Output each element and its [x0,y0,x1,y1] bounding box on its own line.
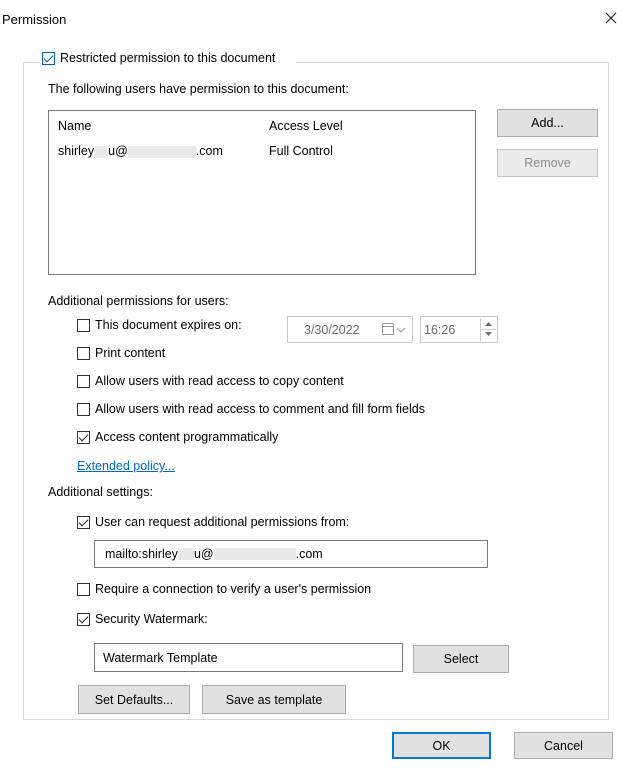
copy-label: Allow users with read access to copy con… [95,374,344,388]
user-name-middle: u@ [108,144,128,158]
request-checkbox[interactable] [77,515,90,529]
dialog-title: Permission [2,12,67,27]
user-access-cell: Full Control [269,144,333,158]
comment-option[interactable]: Allow users with read access to comment … [77,402,425,416]
column-header-access-level[interactable]: Access Level [269,119,343,133]
watermark-option[interactable]: Security Watermark: [77,612,208,626]
expires-option[interactable]: This document expires on: [77,318,242,332]
request-email-middle: u@ [193,547,214,561]
request-option[interactable]: User can request additional permissions … [77,515,349,529]
set-defaults-button[interactable]: Set Defaults... [78,685,190,714]
redaction [177,548,194,560]
watermark-checkbox[interactable] [77,612,90,626]
request-email-prefix: mailto:shirley [105,547,178,561]
user-name-cell[interactable]: shirley u@ .com [58,144,223,158]
print-checkbox[interactable] [77,346,90,360]
additional-settings-heading: Additional settings: [48,485,153,499]
user-name-prefix: shirley [58,144,95,158]
user-name-suffix: .com [195,144,223,158]
programmatic-checkbox[interactable] [77,430,90,444]
calendar-icon[interactable] [382,323,406,339]
print-option[interactable]: Print content [77,346,165,360]
add-button[interactable]: Add... [497,109,598,137]
restricted-permission-checkbox[interactable] [42,51,55,65]
select-watermark-button[interactable]: Select [413,645,509,673]
request-email-suffix: .com [295,547,323,561]
watermark-template-field[interactable]: Watermark Template [94,643,403,672]
comment-label: Allow users with read access to comment … [95,402,425,416]
restricted-permission-toggle[interactable]: Restricted permission to this document [40,48,298,68]
programmatic-option[interactable]: Access content programmatically [77,430,278,444]
ok-button[interactable]: OK [392,732,491,759]
copy-checkbox[interactable] [77,374,90,388]
print-label: Print content [95,346,166,360]
expires-checkbox[interactable] [77,318,90,332]
request-label: User can request additional permissions … [95,515,350,529]
copy-option[interactable]: Allow users with read access to copy con… [77,374,344,388]
programmatic-label: Access content programmatically [95,430,279,444]
comment-checkbox[interactable] [77,402,90,416]
additional-permissions-heading: Additional permissions for users: [48,294,229,308]
remove-button[interactable]: Remove [497,149,598,177]
watermark-label: Security Watermark: [95,612,208,626]
column-header-name[interactable]: Name [58,119,91,133]
users-heading: The following users have permission to t… [48,82,349,96]
restricted-permission-label: Restricted permission to this document [60,51,276,65]
close-icon[interactable] [600,7,622,29]
redaction [127,145,196,158]
verify-option[interactable]: Require a connection to verify a user's … [77,582,371,596]
spinner-arrows-icon[interactable] [480,318,496,341]
verify-checkbox[interactable] [77,582,90,596]
watermark-template-value: Watermark Template [103,650,218,665]
verify-label: Require a connection to verify a user's … [95,582,372,596]
cancel-button[interactable]: Cancel [514,732,613,759]
save-as-template-button[interactable]: Save as template [202,685,346,714]
request-email-input[interactable]: mailto:shirley u@ .com [94,540,488,568]
redaction [213,548,296,560]
expires-label: This document expires on: [95,318,242,332]
redaction [94,145,109,158]
users-list[interactable] [48,110,476,275]
expiry-time-value: 16:26 [424,322,456,337]
expiry-date-value: 3/30/2022 [304,322,360,337]
expiry-date-picker[interactable]: 3/30/2022 [287,316,413,343]
extended-policy-link[interactable]: Extended policy... [77,459,175,473]
